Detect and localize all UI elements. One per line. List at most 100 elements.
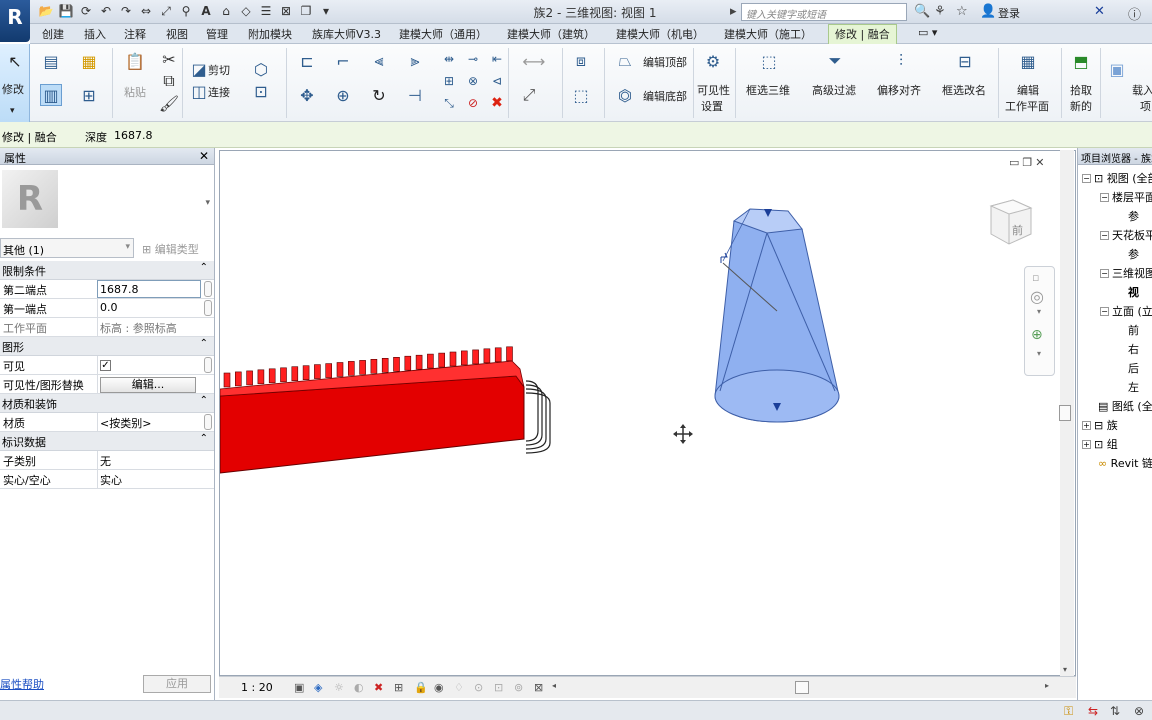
- type-preview[interactable]: R ▾: [0, 168, 214, 236]
- favorites-icon[interactable]: ☆: [956, 4, 968, 19]
- exchange-apps-icon[interactable]: ✕: [1094, 4, 1105, 19]
- type-filter-dropdown[interactable]: 其他 (1) ▾: [0, 238, 134, 258]
- collapse-icon[interactable]: ⌃: [200, 338, 208, 349]
- tab-create[interactable]: 创建: [42, 26, 64, 42]
- tree-item-revit-links[interactable]: ∞ Revit 链: [1098, 455, 1152, 471]
- vis-override-edit-button[interactable]: 编辑...: [100, 377, 196, 393]
- edit-bottom-icon[interactable]: ⏣: [614, 84, 636, 106]
- sun-path-icon[interactable]: ☼: [334, 681, 344, 694]
- temp-view-icon[interactable]: ⊡: [494, 681, 503, 694]
- select-by-face-icon[interactable]: ⊗: [1134, 704, 1144, 718]
- constraints-icon[interactable]: ⊠: [534, 681, 543, 694]
- tree-item-view-1[interactable]: 视: [1128, 284, 1139, 300]
- properties-toggle-icon[interactable]: ▥: [40, 84, 62, 106]
- mirror-axis-icon[interactable]: ⫷: [368, 50, 390, 72]
- wheel-dropdown-icon[interactable]: ▾: [1037, 307, 1041, 316]
- sync-icon[interactable]: ⟳: [78, 3, 94, 19]
- red-model-element[interactable]: [220, 346, 551, 474]
- group-identity[interactable]: 标识数据 ⌃: [0, 432, 214, 451]
- array-icon[interactable]: ⊞: [438, 70, 460, 92]
- properties-help-link[interactable]: 属性帮助: [0, 676, 44, 692]
- tab-modify-blend[interactable]: 修改 | 融合: [828, 24, 897, 44]
- group-constraints[interactable]: 限制条件 ⌃: [0, 261, 214, 280]
- tree-item-back[interactable]: 后: [1128, 360, 1139, 376]
- unpin-element-icon[interactable]: ⊲: [486, 70, 508, 92]
- cut-geometry-icon[interactable]: ◪: [188, 58, 210, 80]
- first-end-input[interactable]: 0.0: [97, 299, 201, 317]
- box-rename-button[interactable]: 框选改名: [942, 82, 986, 98]
- group-materials[interactable]: 材质和装饰 ⌃: [0, 394, 214, 413]
- tree-item-ceiling-plans[interactable]: −天花板平面: [1100, 227, 1152, 243]
- type-dropdown-arrow-icon[interactable]: ▾: [205, 198, 210, 208]
- scroll-down-icon[interactable]: ▾: [1063, 665, 1067, 674]
- modify-button[interactable]: ↖ 修改 ▾: [0, 44, 30, 122]
- delete-icon[interactable]: ✖: [486, 92, 508, 114]
- qat-dropdown-icon[interactable]: ▾: [318, 3, 334, 19]
- tree-item-sheets[interactable]: ▤ 图纸 (全: [1098, 398, 1152, 414]
- collapse-icon[interactable]: ⌃: [200, 395, 208, 406]
- tree-item-families[interactable]: + ⊟ 族: [1082, 417, 1118, 433]
- tab-modeling-construction[interactable]: 建模大师（施工）: [724, 26, 812, 42]
- tree-item-groups[interactable]: + ⊡ 组: [1082, 436, 1118, 452]
- copy-icon[interactable]: ⧉: [158, 70, 180, 92]
- close-icon[interactable]: ✕: [199, 149, 209, 163]
- view-scale[interactable]: 1 : 20: [241, 681, 273, 694]
- open-icon[interactable]: 📂: [38, 3, 54, 19]
- mirror-draw-icon[interactable]: ⫸: [404, 50, 426, 72]
- box-3d-icon[interactable]: ⬚: [758, 50, 780, 72]
- measure-tool-icon[interactable]: ⟷: [514, 50, 554, 72]
- viewcube[interactable]: 前: [987, 196, 1035, 248]
- select-underlay-icon[interactable]: ⇅: [1110, 704, 1120, 718]
- properties-icon[interactable]: ▤: [40, 50, 62, 72]
- tab-modeling-architecture[interactable]: 建模大师（建筑）: [507, 26, 595, 42]
- redo-icon[interactable]: ↷: [118, 3, 134, 19]
- search-expand-icon[interactable]: ▸: [730, 4, 737, 19]
- worksets-icon[interactable]: ⚿: [1064, 704, 1073, 719]
- filter-icon[interactable]: ⏷: [824, 50, 846, 72]
- close-nav-icon[interactable]: ▫: [1032, 271, 1039, 284]
- zoom-icon[interactable]: ⊕: [1031, 327, 1043, 343]
- steering-wheel-icon[interactable]: ◎: [1030, 287, 1044, 306]
- tree-item-elevations[interactable]: − 立面 (立: [1100, 303, 1152, 319]
- collapse-icon[interactable]: ⌃: [200, 433, 208, 444]
- paste-icon[interactable]: 📋: [124, 50, 146, 72]
- tree-item-front[interactable]: 前: [1128, 322, 1139, 338]
- apply-button[interactable]: 应用: [143, 675, 211, 693]
- load-into-project-icon[interactable]: ▣: [1106, 58, 1128, 80]
- dimension-tool-icon[interactable]: ⤢: [518, 84, 540, 106]
- modify-dropdown-icon[interactable]: ▾: [10, 106, 15, 116]
- tab-insert[interactable]: 插入: [84, 26, 106, 42]
- scale-icon[interactable]: ⤡: [438, 92, 460, 114]
- blend-element[interactable]: [714, 208, 840, 423]
- visibility-settings-icon[interactable]: ⚙: [702, 50, 724, 72]
- undo-icon[interactable]: ↶: [98, 3, 114, 19]
- text-icon[interactable]: A: [198, 3, 214, 19]
- tree-item-3d-views[interactable]: − 三维视图: [1100, 265, 1152, 281]
- advanced-filter-button[interactable]: 高级过滤: [812, 82, 856, 98]
- subscription-icon[interactable]: ⚘: [934, 4, 946, 19]
- scroll-right-icon[interactable]: ▸: [1045, 681, 1049, 690]
- edit-bottom-button[interactable]: 编辑底部: [643, 88, 687, 104]
- visible-checkbox[interactable]: ✓: [100, 360, 111, 371]
- reveal-hidden-icon[interactable]: ⊙: [474, 681, 483, 694]
- analytical-icon[interactable]: ⊚: [514, 681, 523, 694]
- scroll-handle[interactable]: [204, 357, 212, 373]
- section-icon[interactable]: ◇: [238, 3, 254, 19]
- tab-manage[interactable]: 管理: [206, 26, 228, 42]
- user-icon[interactable]: 👤: [980, 4, 996, 19]
- depth-field[interactable]: 1687.8: [114, 129, 153, 142]
- scroll-left-icon[interactable]: ◂: [552, 681, 556, 690]
- search-input[interactable]: 键入关键字或短语: [741, 3, 907, 21]
- tab-view[interactable]: 视图: [166, 26, 188, 42]
- cut-scissors-icon[interactable]: ✂: [158, 48, 180, 70]
- family-types-icon[interactable]: ⊞: [78, 84, 100, 106]
- thin-lines-icon[interactable]: ☰: [258, 3, 274, 19]
- similar-icon[interactable]: ⬚: [570, 84, 592, 106]
- wall-joins-icon[interactable]: ⬡: [250, 58, 272, 80]
- scroll-handle[interactable]: [204, 281, 212, 297]
- split-face-icon[interactable]: ⊡: [250, 80, 272, 102]
- create-group-icon[interactable]: ⧈: [570, 50, 592, 72]
- split-gap-icon[interactable]: ⇤: [486, 48, 508, 70]
- align-icon[interactable]: ⊏: [296, 50, 318, 72]
- move-icon[interactable]: ✥: [296, 84, 318, 106]
